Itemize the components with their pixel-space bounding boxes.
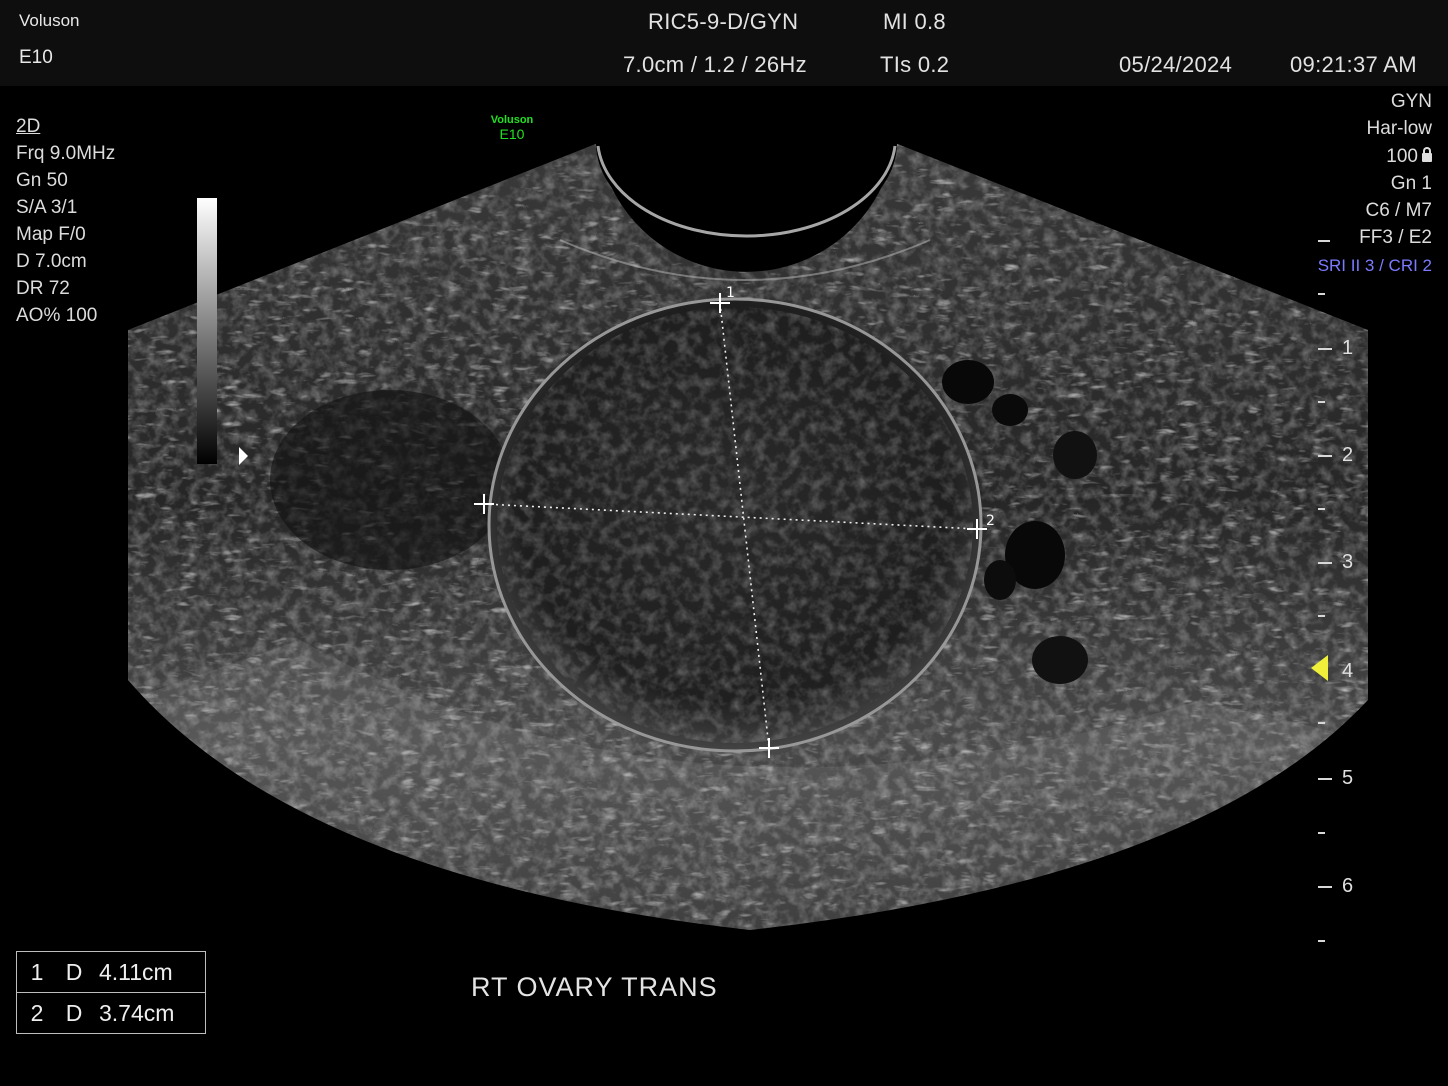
brand-model: E10 bbox=[19, 47, 53, 68]
image-annotation[interactable]: RT OVARY TRANS bbox=[471, 972, 718, 1003]
preset-parameters: GYN Har-low 100 Gn 1 C6 / M7 FF3 / E2 SR… bbox=[1318, 88, 1432, 279]
measurement-results: 1 D 4.11cm 2 D 3.74cm bbox=[16, 951, 206, 1034]
measurement-index: 1 bbox=[30, 958, 44, 985]
exam-time: 09:21:37 AM bbox=[1290, 52, 1417, 77]
brand-name: Voluson bbox=[19, 11, 80, 30]
measurement-row: 2 D 3.74cm bbox=[16, 992, 206, 1034]
param-frequency: Frq 9.0MHz bbox=[16, 143, 116, 164]
param-dynamic-range: DR 72 bbox=[16, 278, 70, 299]
follicle bbox=[1053, 431, 1097, 479]
measurement-index: 2 bbox=[30, 999, 44, 1026]
caliper-label-2: 2 bbox=[986, 513, 995, 529]
measurement-value: 4.11cm bbox=[99, 958, 173, 985]
depth-settings: 7.0cm / 1.2 / 26Hz bbox=[623, 52, 807, 77]
voluson-logo: Voluson E10 bbox=[478, 114, 546, 142]
param-power-value: 100 bbox=[1386, 145, 1418, 167]
mechanical-index: MI 0.8 bbox=[883, 9, 946, 34]
exam-date: 05/24/2024 bbox=[1119, 52, 1233, 77]
logo-line1: Voluson bbox=[490, 114, 534, 126]
follicle bbox=[984, 560, 1016, 600]
sector-region bbox=[128, 143, 1368, 930]
measurement-type: D bbox=[65, 958, 83, 985]
param-power: 100 bbox=[1318, 143, 1432, 170]
param-sri-cri: SRI II 3 / CRI 2 bbox=[1317, 255, 1432, 275]
probe-preset: RIC5-9-D/GYN bbox=[648, 9, 799, 34]
imaging-parameters: 2D Frq 9.0MHz Gn 50 S/A 3/1 Map F/0 D 7.… bbox=[16, 113, 115, 329]
measurement-row: 1 D 4.11cm bbox=[16, 951, 206, 993]
param-gain: Gn 50 bbox=[16, 170, 68, 191]
follicle bbox=[942, 360, 994, 404]
greyscale-bar bbox=[197, 198, 217, 464]
focus-marker-icon[interactable] bbox=[1311, 655, 1328, 681]
follicle bbox=[1032, 636, 1088, 684]
caliper-label-1: 1 bbox=[726, 285, 735, 301]
param-gain-right: Gn 1 bbox=[1390, 172, 1432, 194]
param-depth: D 7.0cm bbox=[16, 251, 87, 272]
param-application: GYN bbox=[1390, 91, 1432, 112]
measurement-value: 3.74cm bbox=[99, 999, 175, 1026]
ultrasound-image[interactable]: 1 2 bbox=[0, 0, 1448, 1086]
logo-line2: E10 bbox=[499, 126, 525, 142]
greyscale-marker-icon bbox=[239, 447, 248, 465]
mode-label: 2D bbox=[16, 116, 41, 137]
param-harmonic: Har-low bbox=[1366, 118, 1432, 140]
param-ff-e: FF3 / E2 bbox=[1359, 227, 1432, 249]
probe-footprint bbox=[596, 143, 897, 244]
param-sa: S/A 3/1 bbox=[16, 197, 78, 218]
thermal-index: TIs 0.2 bbox=[880, 52, 950, 77]
measurement-type: D bbox=[65, 999, 83, 1026]
ultrasound-screen: 1 2 Voluson E10 RIC5-9-D/GYN MI 0.8 7.0c… bbox=[0, 0, 1448, 1086]
param-map: Map F/0 bbox=[16, 224, 86, 245]
param-ao: AO% 100 bbox=[16, 305, 98, 326]
lock-icon bbox=[1422, 146, 1432, 162]
follicle bbox=[992, 394, 1028, 426]
param-c-m: C6 / M7 bbox=[1365, 200, 1432, 222]
